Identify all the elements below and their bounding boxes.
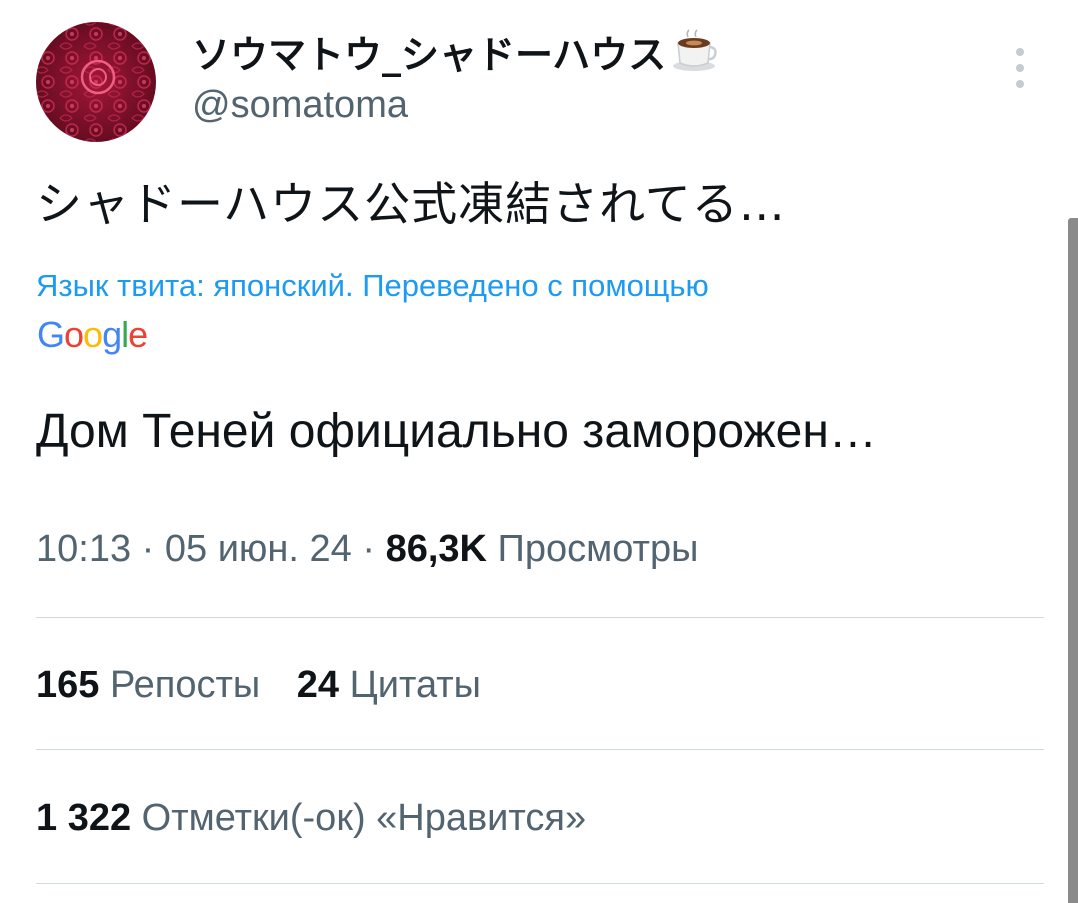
author-handle[interactable]: @somatoma bbox=[192, 84, 408, 127]
google-logo-letter: o bbox=[64, 314, 84, 355]
more-options-button[interactable] bbox=[1000, 40, 1040, 96]
google-logo: Google bbox=[37, 314, 148, 356]
reposts-count: 165 bbox=[36, 664, 100, 706]
avatar-image bbox=[36, 22, 156, 142]
quotes-count: 24 bbox=[296, 664, 340, 706]
google-logo-letter: e bbox=[128, 314, 148, 355]
divider bbox=[36, 617, 1044, 618]
quotes-stat[interactable]: 24 Цитаты bbox=[297, 664, 481, 707]
avatar[interactable] bbox=[36, 22, 156, 142]
scrollbar[interactable] bbox=[1068, 218, 1078, 903]
stats-row-likes: 1 322 Отметки(-ок) «Нравится» bbox=[36, 797, 586, 840]
likes-label: Отметки(-ок) «Нравится» bbox=[141, 797, 587, 839]
likes-stat[interactable]: 1 322 Отметки(-ок) «Нравится» bbox=[36, 797, 586, 840]
tweet-time[interactable]: 10:13 bbox=[36, 528, 131, 570]
tweet-date[interactable]: 05 июн. 24 bbox=[165, 528, 352, 570]
reposts-stat[interactable]: 165 Репосты bbox=[36, 664, 260, 707]
quotes-label: Цитаты bbox=[349, 664, 481, 706]
google-logo-letter: o bbox=[83, 314, 103, 355]
author-display-name[interactable]: ソウマトウ_シャドーハウス bbox=[192, 26, 718, 77]
reposts-label: Репосты bbox=[109, 664, 261, 706]
tweet-text: シャドーハウス公式凍結されてる… bbox=[36, 177, 786, 231]
meta-separator: · bbox=[131, 528, 165, 570]
more-vertical-icon bbox=[1016, 48, 1024, 88]
views-count: 86,3K bbox=[385, 528, 487, 570]
divider bbox=[36, 883, 1044, 884]
coffee-cup-icon bbox=[670, 29, 718, 73]
divider bbox=[36, 749, 1044, 750]
google-logo-letter: G bbox=[37, 314, 65, 355]
tweet-meta: 10:13 · 05 июн. 24 · 86,3K Просмотры bbox=[36, 528, 698, 571]
google-logo-letter: g bbox=[102, 314, 122, 355]
stats-row-reposts-quotes: 165 Репосты 24 Цитаты bbox=[36, 664, 481, 707]
translated-tweet-text: Дом Теней официально заморожен… bbox=[36, 405, 877, 458]
translation-note-link[interactable]: Язык твита: японский. Переведено с помощ… bbox=[36, 268, 709, 304]
views-label: Просмотры bbox=[497, 528, 699, 570]
author-name-text: ソウマトウ_シャドーハウス bbox=[192, 32, 667, 77]
meta-separator: · bbox=[351, 528, 386, 570]
likes-count: 1 322 bbox=[36, 797, 132, 839]
